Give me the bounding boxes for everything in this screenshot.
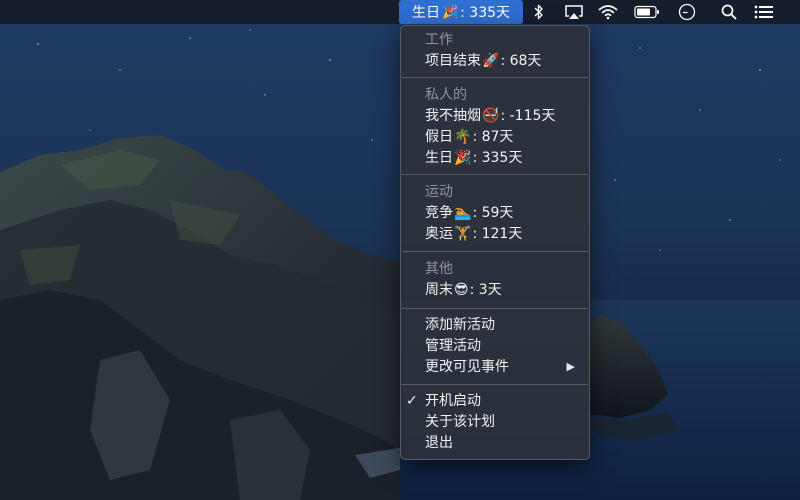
menu-item-event[interactable]: 我不抽烟🚭: -115天 (425, 106, 581, 126)
spotlight-search-icon[interactable] (718, 0, 740, 24)
menu-bar: 生日 🎉 : 335天 (0, 0, 800, 24)
menu-item-event[interactable]: 竞争🏊: 59天 (425, 203, 581, 223)
bluetooth-icon[interactable] (530, 0, 548, 24)
event-name: 周末 (425, 282, 453, 298)
event-days: : -115天 (500, 108, 556, 124)
menu-separator (402, 251, 588, 252)
quit-menu-item[interactable]: 退出 (425, 433, 581, 453)
rocket-icon: 🚀 (482, 53, 500, 69)
event-days: : 68天 (500, 53, 542, 69)
clock-icon[interactable] (676, 0, 698, 24)
status-item-label: 生日 (411, 5, 440, 21)
section-header-personal: 私人的 (425, 87, 467, 103)
menu-separator (402, 174, 588, 175)
submenu-arrow-icon: ▶ (566, 360, 575, 373)
battery-icon[interactable] (632, 0, 662, 24)
menu-item-event[interactable]: 生日🎉: 335天 (425, 148, 581, 168)
party-popper-icon: 🎉 (454, 150, 472, 166)
palm-tree-icon: 🌴 (454, 129, 472, 145)
no-smoking-icon: 🚭 (482, 108, 500, 124)
change-visible-events-label: 更改可见事件 (425, 359, 509, 375)
menu-separator (402, 308, 588, 309)
section-header-sports: 运动 (425, 184, 453, 200)
swimmer-icon: 🏊 (454, 205, 472, 221)
event-days: : 59天 (472, 205, 514, 221)
sunglasses-face-icon: 😎 (454, 282, 469, 298)
launch-at-login-label: 开机启动 (425, 393, 481, 409)
menu-item-event[interactable]: 项目结束🚀: 68天 (425, 51, 581, 71)
event-name: 假日 (425, 129, 453, 145)
add-event-menu-item[interactable]: 添加新活动 (425, 315, 581, 335)
menu-item-event[interactable]: 周末😎: 3天 (425, 280, 581, 300)
event-name: 项目结束 (425, 53, 481, 69)
menu-separator (402, 384, 588, 385)
about-menu-item[interactable]: 关于该计划 (425, 412, 581, 432)
event-days: : 121天 (472, 226, 523, 242)
launch-at-login-menu-item[interactable]: ✓ 开机启动 (406, 391, 581, 411)
event-days: : 335天 (472, 150, 523, 166)
checkmark-icon: ✓ (406, 393, 418, 409)
manage-events-menu-item[interactable]: 管理活动 (425, 336, 581, 356)
notification-center-icon[interactable] (752, 0, 776, 24)
party-popper-icon: 🎉 (441, 4, 459, 20)
event-name: 奥运 (425, 226, 453, 242)
status-item-value: : 335天 (460, 5, 511, 21)
event-name: 我不抽烟 (425, 108, 481, 124)
section-header-work: 工作 (425, 32, 453, 48)
menu-item-event[interactable]: 奥运🏋: 121天 (425, 224, 581, 244)
event-name: 生日 (425, 150, 453, 166)
change-visible-events-menu-item[interactable]: 更改可见事件 ▶ (425, 357, 581, 377)
weightlifter-icon: 🏋 (454, 226, 472, 242)
event-days: : 3天 (469, 282, 502, 298)
menu-item-event[interactable]: 假日🌴: 87天 (425, 127, 581, 147)
event-name: 竞争 (425, 205, 453, 221)
event-days: : 87天 (472, 129, 514, 145)
airplay-icon[interactable] (562, 0, 586, 24)
countdown-status-item[interactable]: 生日 🎉 : 335天 (399, 0, 523, 24)
countdown-dropdown-menu: 工作 项目结束🚀: 68天 私人的 我不抽烟🚭: -115天 假日🌴: 87天 … (400, 25, 590, 460)
wifi-icon[interactable] (596, 0, 620, 24)
section-header-other: 其他 (425, 261, 453, 277)
menu-separator (402, 77, 588, 78)
